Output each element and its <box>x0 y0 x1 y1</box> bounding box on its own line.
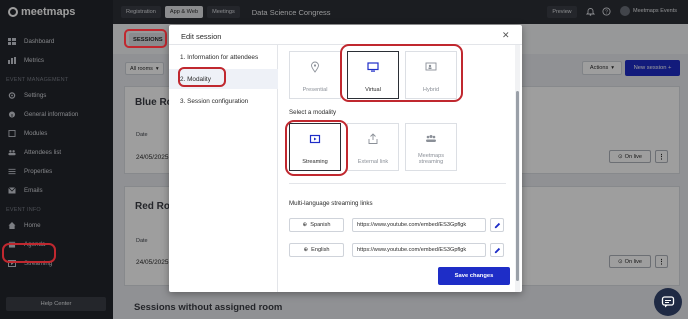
language-english-button[interactable]: ⊕ English <box>289 243 344 257</box>
save-changes-button[interactable]: Save changes <box>438 267 510 285</box>
type-label: Hybrid <box>422 87 440 93</box>
modality-heading: Select a modality <box>289 109 337 116</box>
step-information[interactable]: 1. Information for attendees <box>169 47 278 67</box>
type-hybrid-card[interactable]: Hybrid <box>405 51 457 99</box>
modality-label: Meetmaps streaming <box>417 153 445 165</box>
type-label: Virtual <box>365 87 381 93</box>
links-heading: Multi-language streaming links <box>289 200 373 207</box>
step-session-configuration[interactable]: 3. Session configuration <box>169 91 278 111</box>
language-spanish-button[interactable]: ⊕ Spanish <box>289 218 344 232</box>
divider <box>289 183 506 184</box>
streaming-url-input-english[interactable]: https://www.youtube.com/embed/ES3Gpflgk <box>352 243 486 257</box>
pencil-icon <box>494 222 500 228</box>
language-label: English <box>311 247 330 253</box>
edit-link-button[interactable] <box>490 218 504 232</box>
type-presential-card[interactable]: Presential <box>289 51 341 99</box>
language-label: Spanish <box>310 222 331 228</box>
modality-label: External link <box>357 159 389 165</box>
modality-meetmaps-streaming-card[interactable]: Meetmaps streaming <box>405 123 457 171</box>
modality-external-link-card[interactable]: External link <box>347 123 399 171</box>
chat-icon <box>661 296 675 308</box>
chat-widget-button[interactable] <box>654 288 682 316</box>
modality-streaming-card[interactable]: Streaming <box>289 123 341 171</box>
modal-title: Edit session <box>181 32 222 41</box>
type-label: Presential <box>302 87 328 93</box>
type-virtual-card[interactable]: Virtual <box>347 51 399 99</box>
group-icon <box>426 135 436 142</box>
pencil-icon <box>494 247 500 253</box>
step-modality[interactable]: 2. Modality <box>169 69 278 89</box>
globe-icon: ⊕ <box>303 247 309 253</box>
modal-scrollbar-thumb[interactable] <box>516 91 519 281</box>
external-link-icon <box>368 133 378 144</box>
modality-pane: Presential Virtual Hybrid Select a modal… <box>279 45 514 292</box>
edit-link-button[interactable] <box>490 243 504 257</box>
streaming-icon <box>309 134 321 144</box>
close-icon[interactable]: ✕ <box>502 30 510 41</box>
location-pin-icon <box>311 61 319 73</box>
steps-nav: 1. Information for attendees 2. Modality… <box>169 45 278 292</box>
modality-label: Streaming <box>302 159 328 165</box>
globe-icon: ⊕ <box>302 222 308 228</box>
streaming-url-input-spanish[interactable]: https://www.youtube.com/embed/ES3Gpflgk <box>352 218 486 232</box>
edit-session-modal: Edit session ✕ 1. Information for attend… <box>169 25 522 292</box>
hybrid-icon <box>425 62 437 71</box>
monitor-icon <box>367 62 379 72</box>
